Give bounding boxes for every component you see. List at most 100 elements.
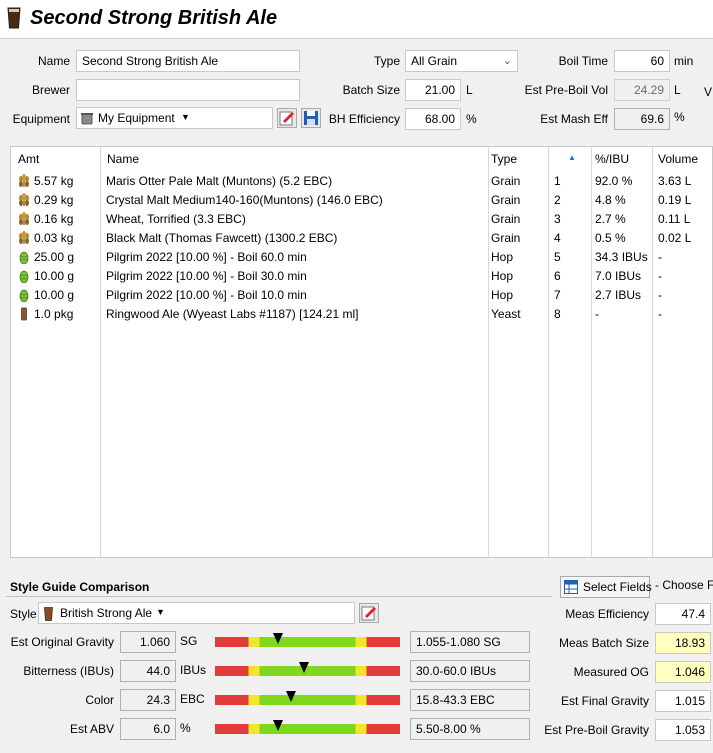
style-range-bar [215, 724, 400, 734]
boil-time-unit: min [674, 54, 694, 68]
measured-og-label: Measured OG [573, 665, 649, 679]
beer-glass-icon [7, 7, 21, 29]
row-pct-ibu: 34.3 IBUs [595, 250, 648, 264]
table-row[interactable]: 10.00 g Pilgrim 2022 [10.00 %] - Boil 10.… [11, 285, 712, 304]
brewer-label: Brewer [31, 83, 70, 97]
row-type: Grain [491, 231, 521, 245]
row-amount: 0.16 kg [34, 212, 74, 226]
row-number: 4 [554, 231, 561, 245]
row-pct-ibu: 4.8 % [595, 193, 626, 207]
column-header-name[interactable]: Name [107, 152, 139, 166]
title-divider [0, 38, 713, 39]
row-pct-ibu: - [595, 307, 599, 321]
style-value-marker [273, 720, 283, 731]
bh-efficiency-input[interactable]: 68.00 [405, 108, 461, 130]
save-equipment-button[interactable] [301, 108, 321, 128]
meas-batch-size-input[interactable]: 18.93 [655, 632, 711, 654]
table-row[interactable]: 0.29 kg Crystal Malt Medium140-160(Munton… [11, 190, 712, 209]
row-volume: - [658, 307, 662, 321]
style-range-bar [215, 637, 400, 647]
style-range-text: 5.50-8.00 % [410, 718, 530, 740]
style-metric-label: Color [85, 693, 114, 707]
style-guide-title: Style Guide Comparison [10, 580, 150, 594]
table-row[interactable]: 10.00 g Pilgrim 2022 [10.00 %] - Boil 30.… [11, 266, 712, 285]
row-number: 6 [554, 269, 561, 283]
select-fields-label: Select Fields [583, 580, 652, 594]
row-amount: 10.00 g [34, 269, 75, 283]
beer-glass-icon [44, 607, 53, 621]
batch-size-unit: L [466, 83, 473, 97]
row-volume: - [658, 288, 662, 302]
style-label: Style [10, 607, 37, 621]
equipment-label: Equipment [12, 112, 70, 126]
caret-down-icon: ▼ [156, 607, 165, 617]
title-bar: Second Strong British Ale [0, 0, 713, 38]
name-label: Name [37, 54, 70, 68]
name-input[interactable]: Second Strong British Ale [76, 50, 300, 72]
row-volume: 0.02 L [658, 231, 692, 245]
style-metric-unit: SG [180, 634, 198, 648]
grid-icon [564, 580, 578, 594]
row-type: Grain [491, 212, 521, 226]
column-header-pct-ibu[interactable]: %/IBU [595, 152, 629, 166]
row-name: Black Malt (Thomas Fawcett) (1300.2 EBC) [106, 231, 338, 245]
equipment-select[interactable]: My Equipment ▼ [76, 107, 273, 129]
table-row[interactable]: 5.57 kg Maris Otter Pale Malt (Muntons) (… [11, 171, 712, 190]
column-header-type[interactable]: Type [491, 152, 517, 166]
row-number: 1 [554, 174, 561, 188]
grain-icon [17, 231, 31, 245]
row-name: Crystal Malt Medium140-160(Muntons) (146… [106, 193, 383, 207]
style-metric-value: 1.060 [120, 631, 176, 653]
row-volume: - [658, 250, 662, 264]
recipe-title: Second Strong British Ale [30, 7, 278, 29]
row-number: 7 [554, 288, 561, 302]
table-row[interactable]: 0.16 kg Wheat, Torrified (3.3 EBC) Grain 3 2… [11, 209, 712, 228]
table-row[interactable]: 1.0 pkg Ringwood Ale (Wyeast Labs #1187) … [11, 304, 712, 323]
row-amount: 25.00 g [34, 250, 75, 264]
row-type: Hop [491, 269, 514, 283]
style-value-marker [286, 691, 296, 702]
select-fields-button[interactable]: Select Fields [560, 576, 652, 598]
column-header-amt[interactable]: Amt [18, 152, 39, 166]
boil-time-label: Boil Time [558, 54, 608, 68]
type-select-value: All Grain [411, 54, 458, 68]
row-volume: 0.19 L [658, 193, 692, 207]
style-select[interactable]: British Strong Ale ▼ [38, 602, 355, 624]
column-header-volume[interactable]: Volume [658, 152, 698, 166]
pre-boil-label: Est Pre-Boil Vol [524, 83, 608, 97]
edit-style-button[interactable] [359, 603, 379, 623]
batch-size-input[interactable]: 21.00 [405, 79, 461, 101]
type-label: Type [373, 54, 400, 68]
row-number: 3 [554, 212, 561, 226]
table-row[interactable]: 0.03 kg Black Malt (Thomas Fawcett) (1300… [11, 228, 712, 247]
row-type: Hop [491, 288, 514, 302]
row-name: Wheat, Torrified (3.3 EBC) [106, 212, 246, 226]
type-select[interactable]: All Grain ⌄ [405, 50, 518, 72]
row-pct-ibu: 92.0 % [595, 174, 633, 188]
pre-boil-unit: L [674, 83, 681, 97]
table-row[interactable]: 25.00 g Pilgrim 2022 [10.00 %] - Boil 60.… [11, 247, 712, 266]
pre-boil-value: 24.29 [614, 79, 670, 101]
est-pre-boil-gravity-value: 1.053 [655, 719, 711, 741]
mash-eff-unit: % [674, 110, 685, 124]
brewer-input[interactable] [76, 79, 300, 101]
row-number: 5 [554, 250, 561, 264]
boil-time-input[interactable]: 60 [614, 50, 670, 72]
cut-off-text: V [704, 85, 713, 99]
style-metric-label: Est Original Gravity [10, 635, 114, 649]
row-name: Maris Otter Pale Malt (Muntons) (5.2 EBC… [106, 174, 333, 188]
edit-icon [361, 606, 376, 621]
est-final-gravity-label: Est Final Gravity [560, 694, 649, 708]
mash-eff-value: 69.6 [614, 108, 670, 130]
edit-equipment-button[interactable] [277, 108, 297, 128]
style-range-bar [215, 695, 400, 705]
ingredients-table[interactable]: Amt Name Type ▲ %/IBU Volume 5.57 kg Mari… [10, 146, 713, 558]
sort-ascending-icon[interactable]: ▲ [568, 153, 576, 162]
style-value-marker [299, 662, 309, 673]
row-volume: 3.63 L [658, 174, 692, 188]
style-range-text: 30.0-60.0 IBUs [410, 660, 530, 682]
grain-icon [17, 193, 31, 207]
meas-efficiency-input[interactable]: 47.4 [655, 603, 711, 625]
row-amount: 5.57 kg [34, 174, 74, 188]
measured-og-input[interactable]: 1.046 [655, 661, 711, 683]
